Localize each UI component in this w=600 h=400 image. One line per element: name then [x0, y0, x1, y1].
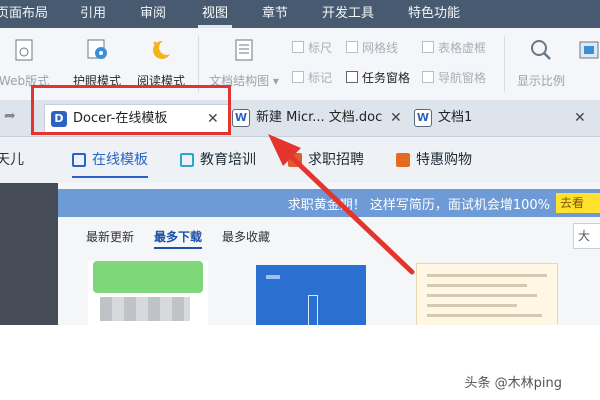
- category-label: 教育培训: [200, 152, 256, 168]
- book-icon: [180, 153, 194, 167]
- zoom-label: 显示比例: [516, 74, 565, 88]
- banner-button[interactable]: 去看: [556, 193, 600, 213]
- eye-protection-icon: [87, 39, 107, 59]
- checkbox-box: [292, 41, 304, 53]
- table-gridlines-checkbox[interactable]: 表格虚框: [422, 40, 486, 56]
- category-bar: 天儿 在线模板 教育培训 求职招聘 特惠购物: [0, 137, 600, 183]
- menu-bar: 页面布局 引用 审阅 视图 章节 开发工具 特色功能: [0, 0, 600, 28]
- close-icon[interactable]: ✕: [390, 104, 402, 132]
- highlight-box: [31, 85, 231, 135]
- category-jobs[interactable]: 求职招聘: [288, 150, 364, 170]
- category-label: 特惠购物: [416, 152, 472, 168]
- template-content: 求职黄金期！ 这样写简历，面试机会增100% 去看 最新更新 最多下载 最多收藏…: [58, 183, 600, 325]
- markup-label: 标记: [308, 71, 333, 85]
- ruler-checkbox[interactable]: 标尺: [292, 40, 332, 56]
- promo-banner[interactable]: 求职黄金期！ 这样写简历，面试机会增100% 去看: [58, 189, 600, 217]
- watermark-text: 头条 @木林ping: [464, 376, 563, 391]
- template-thumbnail[interactable]: [88, 261, 208, 325]
- shopping-tag-icon: [396, 153, 410, 167]
- sort-most-downloaded[interactable]: 最多下载: [154, 228, 203, 249]
- document-map-icon: [235, 39, 253, 61]
- template-icon: [72, 153, 86, 167]
- navigation-pane-checkbox[interactable]: 导航窗格: [422, 70, 486, 86]
- category-label: 在线模板: [92, 152, 148, 168]
- close-icon[interactable]: ✕: [574, 104, 586, 132]
- thumbnail-header: [93, 261, 203, 293]
- thumbnail-line: [427, 304, 517, 307]
- checkbox-box: [292, 71, 304, 83]
- tab-document1[interactable]: W 文档1 ✕: [414, 104, 600, 132]
- zoom-button[interactable]: 显示比例: [510, 32, 572, 94]
- wps-window: 页面布局 引用 审阅 视图 章节 开发工具 特色功能 Web版式 护眼模式 阅读…: [0, 0, 600, 325]
- menu-view[interactable]: 视图: [197, 0, 233, 28]
- tab-label: 新建 Micr... 文档.doc: [256, 110, 383, 125]
- template-thumbnail[interactable]: [256, 265, 366, 325]
- left-panel: [0, 183, 58, 325]
- gridlines-checkbox[interactable]: 网格线: [346, 40, 398, 56]
- ruler-label: 标尺: [308, 41, 333, 55]
- thumbnail-header: [266, 275, 280, 279]
- menu-references[interactable]: 引用: [80, 0, 106, 28]
- thumbnail-line: [427, 294, 537, 297]
- checkbox-box: [346, 71, 358, 83]
- category-label: 求职招聘: [308, 152, 364, 168]
- moon-icon: [152, 40, 170, 59]
- category-online-templates[interactable]: 在线模板: [72, 150, 148, 178]
- ribbon-separator: [198, 36, 199, 92]
- thumbnail-line: [427, 314, 542, 317]
- checkbox-box: [422, 41, 434, 53]
- menu-special-features[interactable]: 特色功能: [408, 0, 460, 28]
- checkbox-box: [422, 71, 434, 83]
- tab-label: 文档1: [438, 110, 473, 125]
- category-education[interactable]: 教育培训: [180, 150, 256, 170]
- magnifier-icon: [531, 40, 551, 60]
- category-shopping[interactable]: 特惠购物: [396, 150, 472, 170]
- tab-new-doc[interactable]: W 新建 Micr... 文档.doc ✕: [232, 104, 410, 132]
- sort-latest[interactable]: 最新更新: [86, 228, 134, 245]
- thumbnail-line: [427, 274, 547, 277]
- sidebar-partial-text: 天儿: [0, 152, 24, 168]
- ribbon-separator: [504, 36, 505, 92]
- web-layout-icon: [15, 39, 33, 61]
- template-search-input[interactable]: 大: [573, 223, 600, 249]
- markup-checkbox[interactable]: 标记: [292, 70, 332, 86]
- document-icon: W: [414, 108, 432, 127]
- menu-developer-tools[interactable]: 开发工具: [322, 0, 374, 28]
- template-thumbnail[interactable]: [416, 263, 558, 325]
- banner-text: 求职黄金期！ 这样写简历，面试机会增100%: [287, 198, 550, 213]
- checkbox-box: [346, 41, 358, 53]
- thumbnail-figure: [308, 295, 318, 325]
- navigation-pane-label: 导航窗格: [438, 71, 487, 85]
- document-icon: W: [232, 108, 250, 127]
- zoom-100-icon: [579, 41, 599, 59]
- thumbnail-line: [427, 284, 527, 287]
- task-pane-checkbox[interactable]: 任务窗格: [346, 70, 410, 86]
- thumbnail-body: [100, 297, 190, 321]
- menu-chapter[interactable]: 章节: [262, 0, 288, 28]
- back-arrow-icon[interactable]: ➦: [4, 108, 16, 124]
- task-pane-label: 任务窗格: [362, 71, 411, 85]
- sort-most-favorited[interactable]: 最多收藏: [222, 228, 270, 245]
- menu-page-layout[interactable]: 页面布局: [0, 0, 48, 28]
- menu-review[interactable]: 审阅: [140, 0, 166, 28]
- briefcase-icon: [288, 153, 302, 167]
- table-gridlines-label: 表格虚框: [438, 41, 487, 55]
- one-hundred-percent-button[interactable]: [574, 32, 600, 94]
- gridlines-label: 网格线: [362, 41, 399, 55]
